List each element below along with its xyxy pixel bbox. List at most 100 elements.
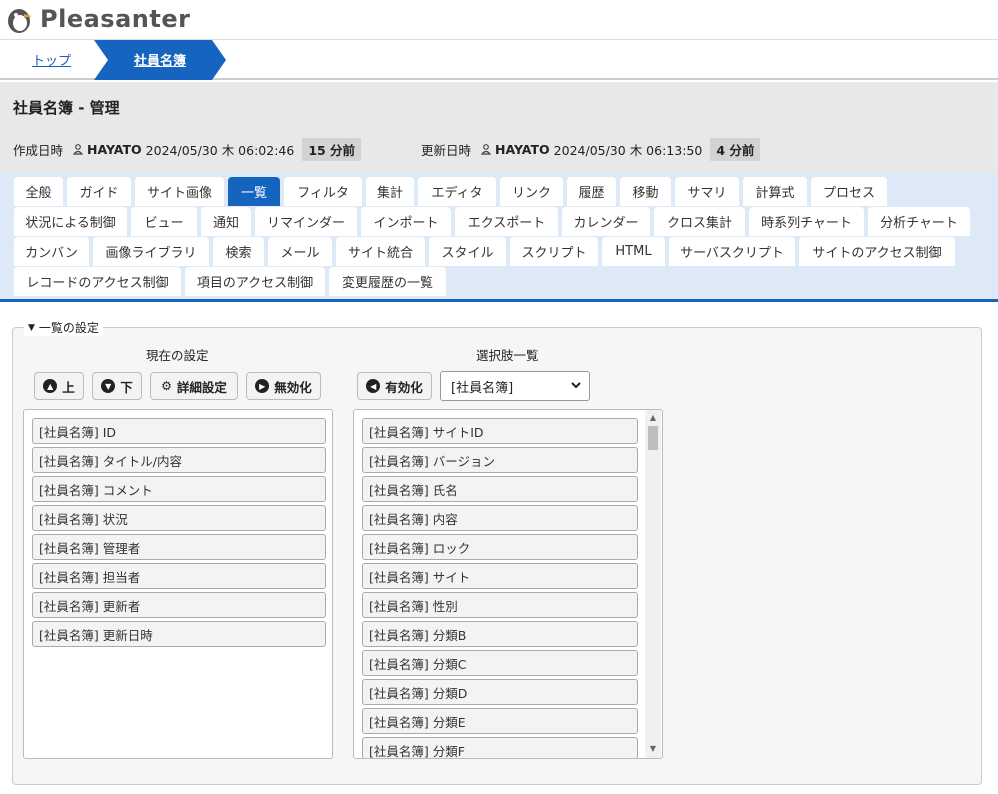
- breadcrumb-current[interactable]: 社員名簿: [94, 40, 226, 80]
- tab-html[interactable]: HTML: [602, 237, 665, 266]
- tab-kanban[interactable]: カンバン: [14, 237, 89, 266]
- penguin-logo-icon: [8, 9, 32, 33]
- tab-timeseries[interactable]: 時系列チャート: [749, 207, 864, 236]
- scroll-thumb[interactable]: [648, 426, 658, 450]
- list-item[interactable]: [社員名簿] 分類D: [362, 679, 638, 705]
- app-logo[interactable]: Pleasanter: [4, 4, 190, 34]
- tab-site-access-control[interactable]: サイトのアクセス制御: [799, 237, 955, 266]
- tab-history[interactable]: 履歴: [567, 177, 616, 206]
- created-user[interactable]: HAYATO: [87, 142, 142, 157]
- circle-arrow-right-icon: ▶: [255, 379, 270, 393]
- list-item[interactable]: [社員名簿] 状況: [32, 505, 326, 531]
- options-scrollbar[interactable]: ▲ ▼: [645, 410, 661, 758]
- tab-search[interactable]: 検索: [213, 237, 264, 266]
- app-name: Pleasanter: [40, 5, 191, 33]
- tab-site-image[interactable]: サイト画像: [135, 177, 224, 206]
- list-item[interactable]: [社員名簿] サイト: [362, 563, 638, 589]
- list-item[interactable]: [社員名簿] 内容: [362, 505, 638, 531]
- updated-ago-badge: 4 分前: [710, 138, 761, 161]
- list-item[interactable]: [社員名簿] 分類E: [362, 708, 638, 734]
- current-columns-list[interactable]: [社員名簿] ID [社員名簿] タイトル/内容 [社員名簿] コメント [社員…: [23, 409, 333, 759]
- tab-site-integration[interactable]: サイト統合: [336, 237, 425, 266]
- tab-editor[interactable]: エディタ: [418, 177, 496, 206]
- scroll-down-arrow-icon[interactable]: ▼: [648, 744, 658, 754]
- tab-mail[interactable]: メール: [268, 237, 332, 266]
- tab-link[interactable]: リンク: [500, 177, 563, 206]
- move-down-button[interactable]: ▼ 下: [92, 372, 142, 400]
- list-item[interactable]: [社員名簿] コメント: [32, 476, 326, 502]
- circle-arrow-up-icon: ▲: [43, 379, 58, 393]
- list-item[interactable]: [社員名簿] バージョン: [362, 447, 638, 473]
- breadcrumb-top-link[interactable]: トップ: [32, 50, 71, 69]
- user-icon: [481, 144, 492, 155]
- list-item[interactable]: [社員名簿] ID: [32, 418, 326, 444]
- move-up-button[interactable]: ▲ 上: [34, 372, 84, 400]
- user-icon: [73, 144, 84, 155]
- tab-analysis[interactable]: 分析チャート: [868, 207, 970, 236]
- list-item[interactable]: [社員名簿] タイトル/内容: [32, 447, 326, 473]
- list-item[interactable]: [社員名簿] 更新日時: [32, 621, 326, 647]
- detail-settings-button[interactable]: ⚙ 詳細設定: [150, 372, 238, 400]
- title-area: 社員名簿 - 管理 作成日時 HAYATO 2024/05/30 木 06:02…: [0, 82, 998, 172]
- created-ago-badge: 15 分前: [302, 138, 362, 161]
- tab-move[interactable]: 移動: [620, 177, 671, 206]
- tab-process[interactable]: プロセス: [811, 177, 887, 206]
- list-item[interactable]: [社員名簿] ロック: [362, 534, 638, 560]
- tab-formula[interactable]: 計算式: [743, 177, 807, 206]
- created-date: 2024/05/30 木 06:02:46: [145, 143, 295, 158]
- list-item[interactable]: [社員名簿] サイトID: [362, 418, 638, 444]
- legend-label: 一覧の設定: [38, 321, 99, 335]
- list-item[interactable]: [社員名簿] 分類F: [362, 737, 638, 758]
- created-label: 作成日時: [13, 143, 64, 158]
- tab-style[interactable]: スタイル: [429, 237, 506, 266]
- created-info: 作成日時 HAYATO 2024/05/30 木 06:02:46 15 分前: [13, 138, 362, 161]
- tab-reminder[interactable]: リマインダー: [255, 207, 357, 236]
- source-site-select[interactable]: [社員名簿]: [440, 371, 590, 401]
- app-header: Pleasanter: [0, 0, 998, 40]
- page-title: 社員名簿 - 管理: [13, 99, 120, 117]
- disable-button[interactable]: ▶ 無効化: [246, 372, 321, 400]
- select-value: [社員名簿]: [451, 380, 514, 396]
- scroll-up-arrow-icon[interactable]: ▲: [648, 413, 658, 423]
- list-item[interactable]: [社員名簿] 分類C: [362, 650, 638, 676]
- enable-button[interactable]: ◀ 有効化: [357, 372, 432, 400]
- list-item[interactable]: [社員名簿] 性別: [362, 592, 638, 618]
- list-item[interactable]: [社員名簿] 分類B: [362, 621, 638, 647]
- move-down-label: 下: [120, 379, 133, 395]
- tab-crosstab[interactable]: クロス集計: [654, 207, 745, 236]
- tab-summary[interactable]: サマリ: [675, 177, 739, 206]
- circle-arrow-down-icon: ▼: [101, 379, 116, 393]
- tab-notification[interactable]: 通知: [201, 207, 251, 236]
- list-item[interactable]: [社員名簿] 担当者: [32, 563, 326, 589]
- tab-record-access-control[interactable]: レコードのアクセス制御: [14, 267, 181, 296]
- tab-change-history[interactable]: 変更履歴の一覧: [329, 267, 446, 296]
- enable-label: 有効化: [385, 379, 423, 395]
- tab-general[interactable]: 全般: [14, 177, 63, 206]
- tab-filter[interactable]: フィルタ: [284, 177, 362, 206]
- updated-user[interactable]: HAYATO: [495, 142, 550, 157]
- tab-list[interactable]: 一覧: [228, 177, 280, 206]
- updated-info: 更新日時 HAYATO 2024/05/30 木 06:13:50 4 分前: [421, 138, 761, 161]
- tab-view[interactable]: ビュー: [131, 207, 197, 236]
- chevron-down-icon: [571, 382, 581, 389]
- tab-server-script[interactable]: サーバスクリプト: [669, 237, 795, 266]
- list-item[interactable]: [社員名簿] 管理者: [32, 534, 326, 560]
- tab-column-access-control[interactable]: 項目のアクセス制御: [185, 267, 325, 296]
- list-item[interactable]: [社員名簿] 氏名: [362, 476, 638, 502]
- settings-tab-strip: 全般 ガイド サイト画像 一覧 フィルタ 集計 エディタ リンク 履歴 移動 サ…: [0, 172, 998, 302]
- tab-calendar[interactable]: カレンダー: [562, 207, 650, 236]
- tab-status-control[interactable]: 状況による制御: [14, 207, 127, 236]
- breadcrumb-current-label: 社員名簿: [134, 54, 187, 69]
- list-settings-legend[interactable]: ▼ 一覧の設定: [24, 319, 103, 336]
- available-columns-list[interactable]: [社員名簿] サイトID [社員名簿] バージョン [社員名簿] 氏名 [社員名…: [353, 409, 663, 759]
- updated-label: 更新日時: [421, 143, 472, 158]
- disable-label: 無効化: [274, 379, 312, 395]
- list-item[interactable]: [社員名簿] 更新者: [32, 592, 326, 618]
- tab-script[interactable]: スクリプト: [510, 237, 598, 266]
- tab-aggregation[interactable]: 集計: [366, 177, 414, 206]
- breadcrumb: トップ 社員名簿: [0, 40, 998, 80]
- tab-import[interactable]: インポート: [361, 207, 451, 236]
- tab-export[interactable]: エクスポート: [455, 207, 558, 236]
- tab-guide[interactable]: ガイド: [67, 177, 131, 206]
- tab-image-library[interactable]: 画像ライブラリ: [93, 237, 209, 266]
